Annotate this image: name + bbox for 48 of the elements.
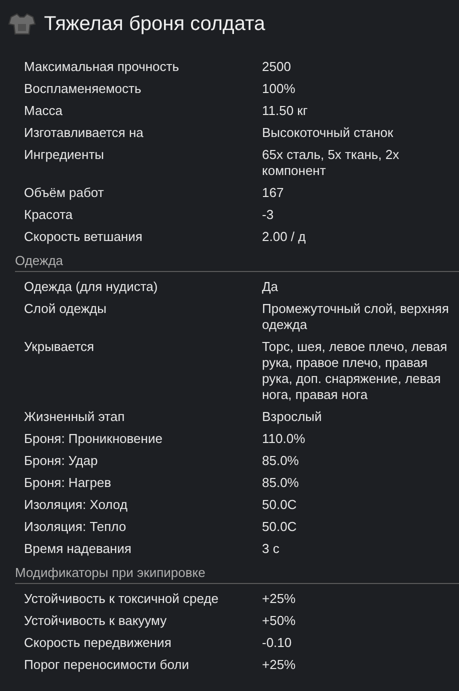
stat-value: -0.10 bbox=[262, 635, 293, 651]
stat-label: Изготавливается на bbox=[24, 125, 144, 141]
stat-value: Торс, шея, левое плечо, левая рука, правое плечо, правая рука, доп. снаряжение, левая нога, правая нога bbox=[262, 339, 448, 403]
stat-label: Масса bbox=[24, 103, 64, 119]
section-header: Модификаторы при экипировке bbox=[15, 563, 459, 584]
stat-value: 85.0% bbox=[262, 453, 300, 469]
section-header: Одежда bbox=[15, 251, 459, 272]
stat-value: 65x сталь, 5x ткань, 2x компонент bbox=[262, 147, 400, 179]
stat-value: 50.0C bbox=[262, 519, 298, 535]
stat-label: Воспламеняемость bbox=[24, 81, 142, 97]
stat-label: Максимальная прочность bbox=[24, 59, 180, 75]
stat-value: Да bbox=[262, 279, 280, 295]
stat-value: 50.0C bbox=[262, 497, 298, 513]
stat-value: +25% bbox=[262, 657, 297, 673]
stat-value: Промежуточный слой, верхняя одежда bbox=[262, 301, 450, 333]
stat-value: 11.50 кг bbox=[262, 103, 309, 119]
stat-value: Высокоточный станок bbox=[262, 125, 394, 141]
stat-label: Красота bbox=[24, 207, 74, 223]
stat-value: 2500 bbox=[262, 59, 292, 75]
stat-label: Жизненный этап bbox=[24, 409, 126, 425]
stat-value: Взрослый bbox=[262, 409, 323, 425]
stat-label: Объём работ bbox=[24, 185, 105, 201]
stat-label: Броня: Нагрев bbox=[24, 475, 112, 491]
stat-label: Укрывается bbox=[24, 339, 96, 356]
stat-value: 3 с bbox=[262, 541, 280, 557]
stat-value: +50% bbox=[262, 613, 297, 629]
stat-label: Скорость передвижения bbox=[24, 635, 172, 651]
stat-label: Одежда (для нудиста) bbox=[24, 279, 159, 295]
stat-value: 2.00 / д bbox=[262, 229, 307, 245]
stat-label: Порог переносимости боли bbox=[24, 657, 190, 673]
stat-value: 167 bbox=[262, 185, 285, 201]
stat-value: 85.0% bbox=[262, 475, 300, 491]
stat-label: Изоляция: Холод bbox=[24, 497, 128, 513]
stat-value: -3 bbox=[262, 207, 275, 223]
stat-value: +25% bbox=[262, 591, 297, 607]
stat-label: Устойчивость к вакууму bbox=[24, 613, 168, 629]
stat-label: Ингредиенты bbox=[24, 147, 105, 164]
armor-vest-icon bbox=[8, 12, 36, 36]
stat-label: Скорость ветшания bbox=[24, 229, 144, 245]
stat-value: 100% bbox=[262, 81, 296, 97]
stat-label: Броня: Удар bbox=[24, 453, 99, 469]
stat-value: 110.0% bbox=[262, 431, 306, 447]
stat-label: Устойчивость к токсичной среде bbox=[24, 591, 220, 607]
stat-label: Время надевания bbox=[24, 541, 132, 557]
stat-label: Броня: Проникновение bbox=[24, 431, 164, 447]
stat-label: Изоляция: Тепло bbox=[24, 519, 128, 535]
stat-label: Слой одежды bbox=[24, 301, 108, 318]
item-title: Тяжелая броня солдата bbox=[44, 12, 266, 37]
